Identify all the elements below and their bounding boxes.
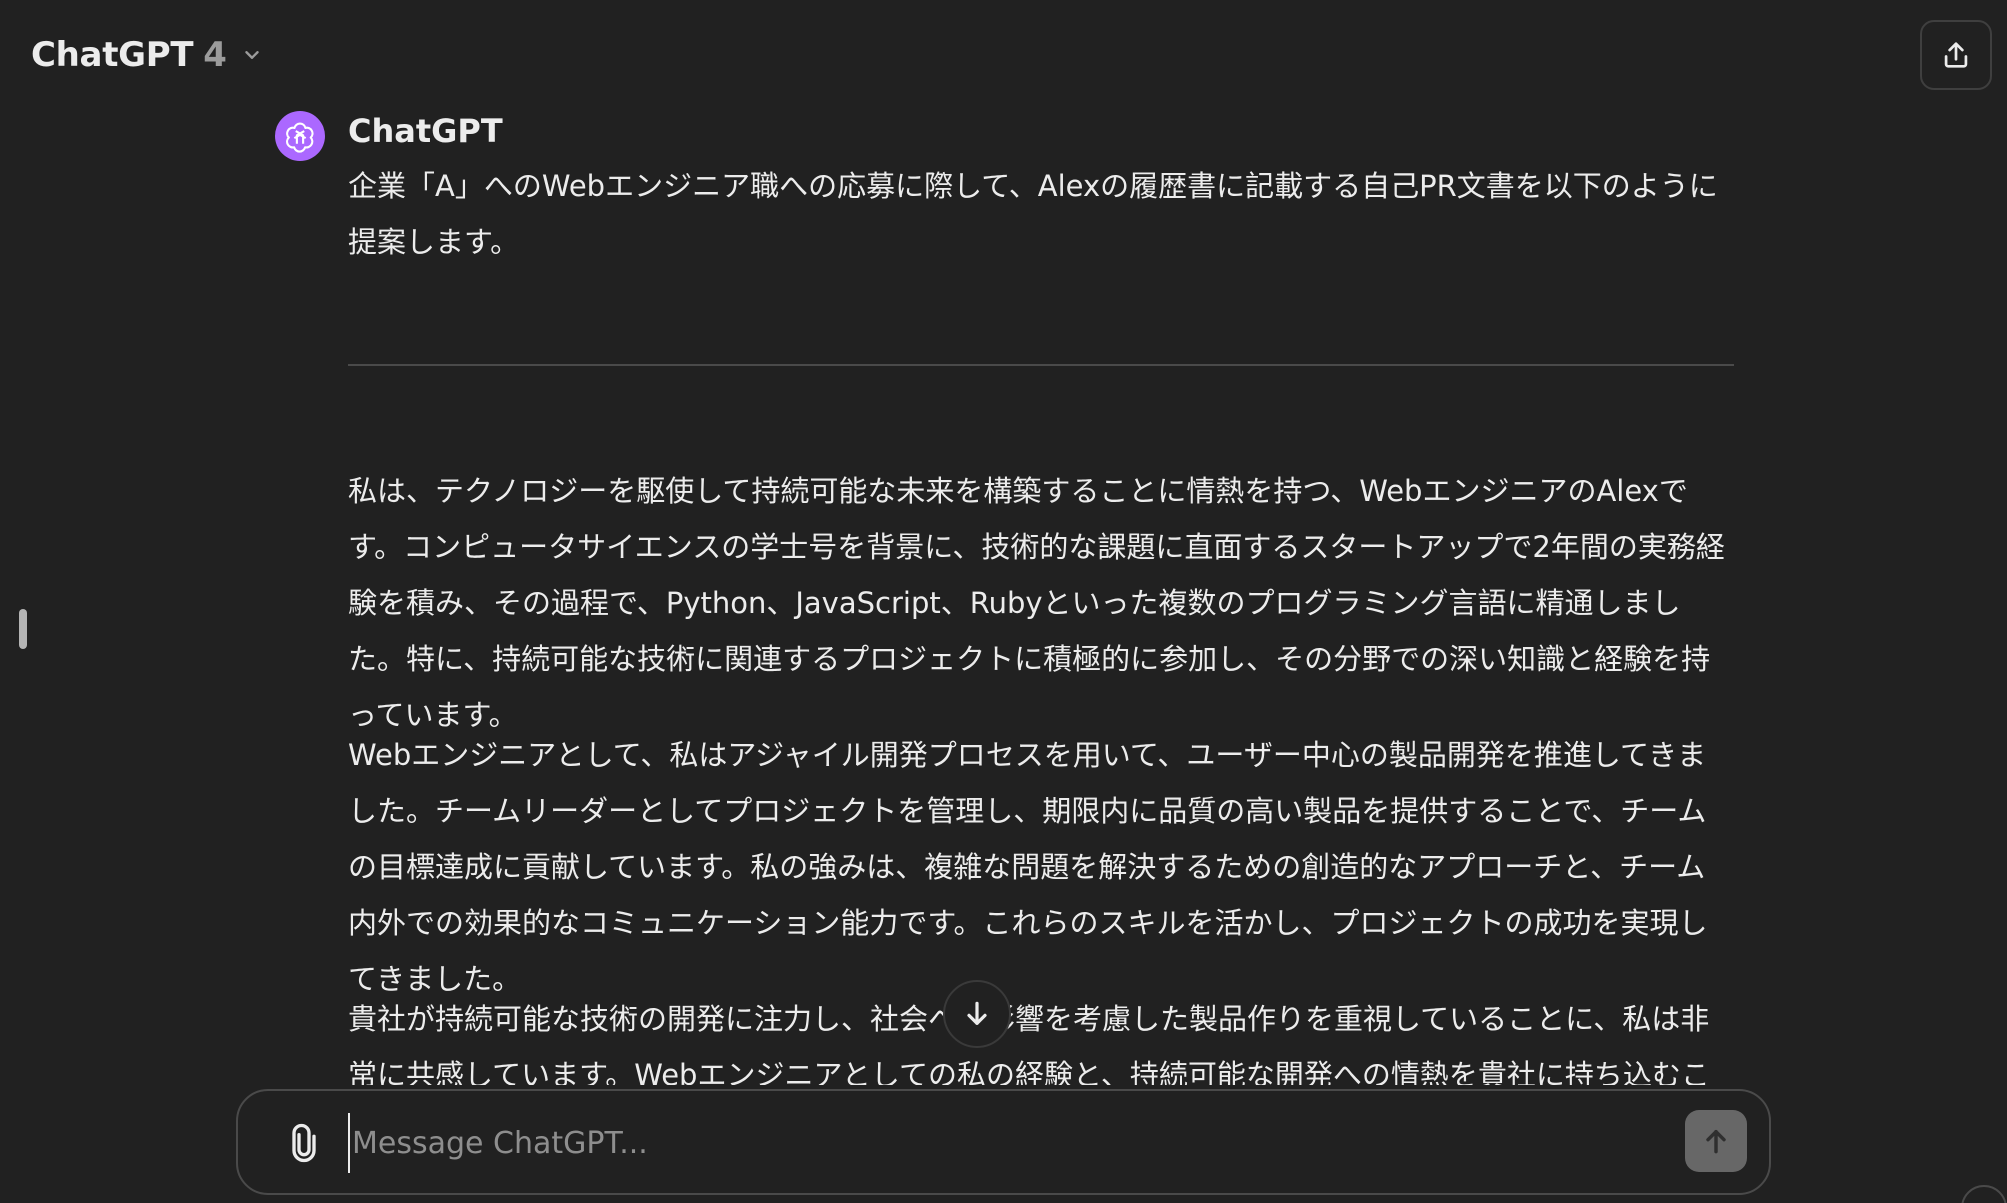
openai-logo-icon bbox=[286, 122, 314, 153]
divider bbox=[348, 364, 1734, 366]
model-version: 4 bbox=[203, 35, 227, 75]
arrow-up-icon bbox=[1706, 1129, 1726, 1154]
model-selector[interactable]: ChatGPT 4 bbox=[31, 32, 265, 78]
share-button[interactable] bbox=[1920, 20, 1992, 90]
paragraph-1: 私は、テクノロジーを駆使して持続可能な未来を構築することに情熱を持つ、Webエン… bbox=[348, 474, 1725, 732]
chevron-down-icon bbox=[239, 42, 265, 68]
send-button[interactable] bbox=[1685, 1110, 1747, 1172]
share-icon bbox=[1944, 42, 1968, 68]
sidebar-toggle-handle[interactable] bbox=[19, 609, 27, 649]
chat-app: ChatGPT 企業「A」へのWebエンジニア職への応募に際して、Alexの履歴… bbox=[0, 0, 2007, 1203]
assistant-avatar bbox=[275, 111, 325, 161]
assistant-message: ChatGPT 企業「A」へのWebエンジニア職への応募に際して、Alexの履歴… bbox=[0, 0, 2007, 1090]
message-author: ChatGPT bbox=[348, 112, 503, 150]
arrow-down-icon bbox=[967, 1001, 987, 1025]
attach-button[interactable] bbox=[278, 1117, 330, 1169]
message-composer bbox=[236, 1089, 1771, 1195]
message-input[interactable] bbox=[348, 1113, 1608, 1173]
paragraph-2: Webエンジニアとして、私はアジャイル開発プロセスを用いて、ユーザー中心の製品開… bbox=[348, 738, 1708, 996]
paragraph-3: 貴社が持続可能な技術の開発に注力し、社会への影響を考慮した製品作りを重視している… bbox=[348, 1002, 1710, 1090]
scroll-to-bottom-button[interactable] bbox=[943, 980, 1011, 1048]
model-name: ChatGPT bbox=[31, 35, 194, 75]
intro-text: 企業「A」へのWebエンジニア職への応募に際して、Alexの履歴書に記載する自己… bbox=[348, 169, 1718, 259]
paperclip-icon bbox=[292, 1123, 316, 1163]
header: ChatGPT 4 bbox=[0, 0, 2007, 110]
message-intro: 企業「A」へのWebエンジニア職への応募に際して、Alexの履歴書に記載する自己… bbox=[348, 158, 1734, 270]
